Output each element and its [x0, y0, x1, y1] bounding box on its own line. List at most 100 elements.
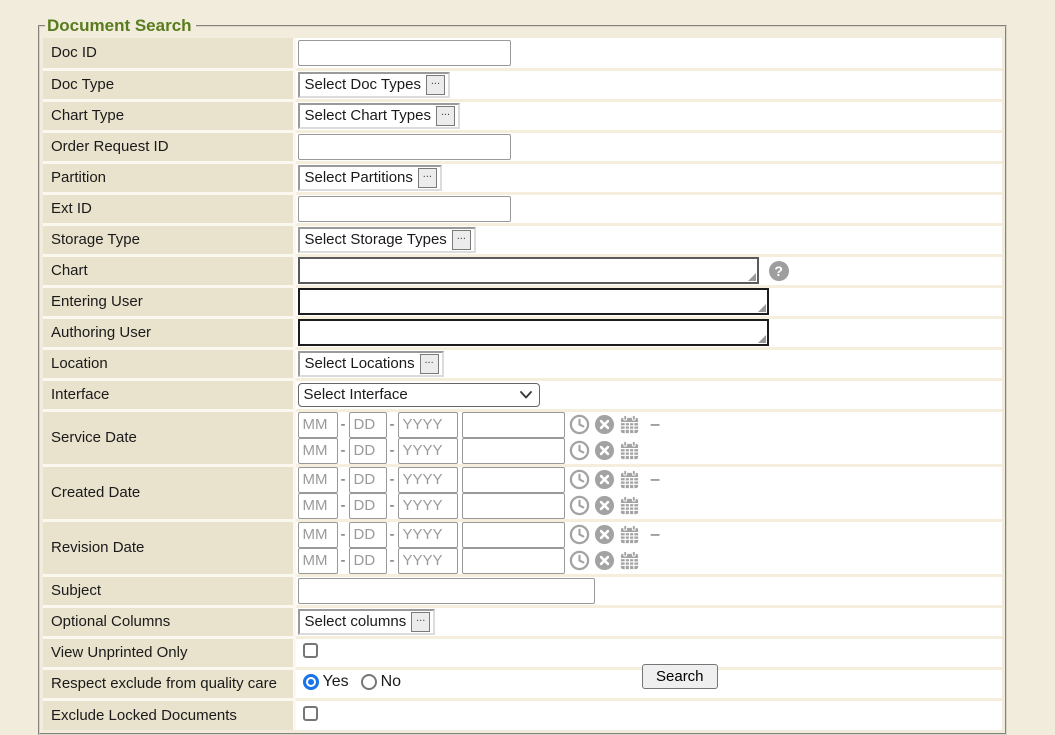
resize-grip-icon[interactable]: [758, 304, 766, 312]
clock-icon[interactable]: [569, 495, 590, 516]
service-date-from-day-input[interactable]: [349, 412, 387, 438]
calendar-icon[interactable]: [619, 495, 640, 516]
revision-date-to-month-input[interactable]: [298, 548, 338, 574]
row-doc-id: Doc ID: [43, 38, 1002, 69]
subject-input[interactable]: [298, 578, 595, 604]
revision-date-label: Revision Date: [43, 520, 294, 575]
service-date-from-year-input[interactable]: [398, 412, 458, 438]
service-date-to-day-input[interactable]: [349, 438, 387, 464]
revision-date-to-day-input[interactable]: [349, 548, 387, 574]
view-unprinted-only-checkbox[interactable]: [303, 643, 318, 658]
created-date-from-time-input[interactable]: [462, 467, 565, 493]
partition-browse-button[interactable]: ...: [418, 168, 437, 188]
service-date-label: Service Date: [43, 410, 294, 465]
location-picker[interactable]: Select Locations ...: [298, 351, 444, 377]
storage-type-browse-button[interactable]: ...: [452, 230, 471, 250]
search-button[interactable]: Search: [642, 664, 718, 689]
doc-type-label: Doc Type: [43, 69, 294, 100]
calendar-icon[interactable]: [619, 440, 640, 461]
help-icon[interactable]: ?: [769, 261, 789, 281]
storage-type-picker-label: Select Storage Types: [305, 231, 447, 248]
ext-id-label: Ext ID: [43, 193, 294, 224]
date-separator: -: [390, 552, 395, 569]
row-interface: Interface Select Interface: [43, 379, 1002, 410]
revision-date-from-year-input[interactable]: [398, 522, 458, 548]
form-actions: Search: [0, 664, 1055, 689]
form-title: Document Search: [45, 16, 196, 36]
optional-columns-picker[interactable]: Select columns ...: [298, 609, 436, 635]
chart-type-label: Chart Type: [43, 100, 294, 131]
revision-date-from-day-input[interactable]: [349, 522, 387, 548]
service-date-to-time-input[interactable]: [462, 438, 565, 464]
row-entering-user: Entering User: [43, 286, 1002, 317]
created-date-to-year-input[interactable]: [398, 493, 458, 519]
revision-date-from-time-input[interactable]: [462, 522, 565, 548]
clear-icon[interactable]: [594, 524, 615, 545]
calendar-icon[interactable]: [619, 550, 640, 571]
clear-icon[interactable]: [594, 414, 615, 435]
partition-label: Partition: [43, 162, 294, 193]
clock-icon[interactable]: [569, 440, 590, 461]
doc-id-input[interactable]: [298, 40, 511, 66]
created-date-label: Created Date: [43, 465, 294, 520]
exclude-locked-checkbox[interactable]: [303, 706, 318, 721]
clear-icon[interactable]: [594, 469, 615, 490]
storage-type-picker[interactable]: Select Storage Types ...: [298, 227, 476, 253]
chart-textarea[interactable]: [298, 257, 759, 284]
row-optional-columns: Optional Columns Select columns ...: [43, 606, 1002, 637]
entering-user-textarea[interactable]: [298, 288, 769, 315]
chart-type-browse-button[interactable]: ...: [436, 106, 455, 126]
clock-icon[interactable]: [569, 469, 590, 490]
calendar-icon[interactable]: [619, 524, 640, 545]
clear-icon[interactable]: [594, 550, 615, 571]
authoring-user-textarea[interactable]: [298, 319, 769, 346]
created-date-from-year-input[interactable]: [398, 467, 458, 493]
service-date-to-month-input[interactable]: [298, 438, 338, 464]
created-date-from-month-input[interactable]: [298, 467, 338, 493]
row-chart-type: Chart Type Select Chart Types ...: [43, 100, 1002, 131]
created-date-from-day-input[interactable]: [349, 467, 387, 493]
order-request-id-label: Order Request ID: [43, 131, 294, 162]
clock-icon[interactable]: [569, 550, 590, 571]
interface-select[interactable]: Select Interface: [298, 383, 540, 407]
revision-date-to-year-input[interactable]: [398, 548, 458, 574]
exclude-locked-label: Exclude Locked Documents: [43, 699, 294, 730]
row-created-date: Created Date -- – --: [43, 465, 1002, 520]
doc-type-picker[interactable]: Select Doc Types ...: [298, 72, 450, 98]
revision-date-to-time-input[interactable]: [462, 548, 565, 574]
row-ext-id: Ext ID: [43, 193, 1002, 224]
optional-columns-browse-button[interactable]: ...: [411, 612, 430, 632]
row-order-request-id: Order Request ID: [43, 131, 1002, 162]
calendar-icon[interactable]: [619, 469, 640, 490]
date-separator: -: [341, 552, 346, 569]
resize-grip-icon[interactable]: [758, 335, 766, 343]
clock-icon[interactable]: [569, 524, 590, 545]
interface-label: Interface: [43, 379, 294, 410]
service-date-from-time-input[interactable]: [462, 412, 565, 438]
partition-picker-label: Select Partitions: [305, 169, 413, 186]
created-date-to-month-input[interactable]: [298, 493, 338, 519]
chart-type-picker[interactable]: Select Chart Types ...: [298, 103, 460, 129]
ext-id-input[interactable]: [298, 196, 511, 222]
partition-picker[interactable]: Select Partitions ...: [298, 165, 442, 191]
clock-icon[interactable]: [569, 414, 590, 435]
date-separator: -: [341, 471, 346, 488]
optional-columns-label: Optional Columns: [43, 606, 294, 637]
location-browse-button[interactable]: ...: [420, 354, 439, 374]
created-date-to-time-input[interactable]: [462, 493, 565, 519]
clear-icon[interactable]: [594, 495, 615, 516]
calendar-icon[interactable]: [619, 414, 640, 435]
optional-columns-picker-label: Select columns: [305, 613, 407, 630]
resize-grip-icon[interactable]: [748, 273, 756, 281]
clear-icon[interactable]: [594, 440, 615, 461]
service-date-from-month-input[interactable]: [298, 412, 338, 438]
search-fields-table: Doc ID Doc Type Select Doc Types ... Cha…: [43, 38, 1002, 730]
row-exclude-locked: Exclude Locked Documents: [43, 699, 1002, 730]
row-subject: Subject: [43, 575, 1002, 606]
created-date-to-day-input[interactable]: [349, 493, 387, 519]
row-doc-type: Doc Type Select Doc Types ...: [43, 69, 1002, 100]
revision-date-from-month-input[interactable]: [298, 522, 338, 548]
doc-type-browse-button[interactable]: ...: [426, 75, 445, 95]
service-date-to-year-input[interactable]: [398, 438, 458, 464]
order-request-id-input[interactable]: [298, 134, 511, 160]
